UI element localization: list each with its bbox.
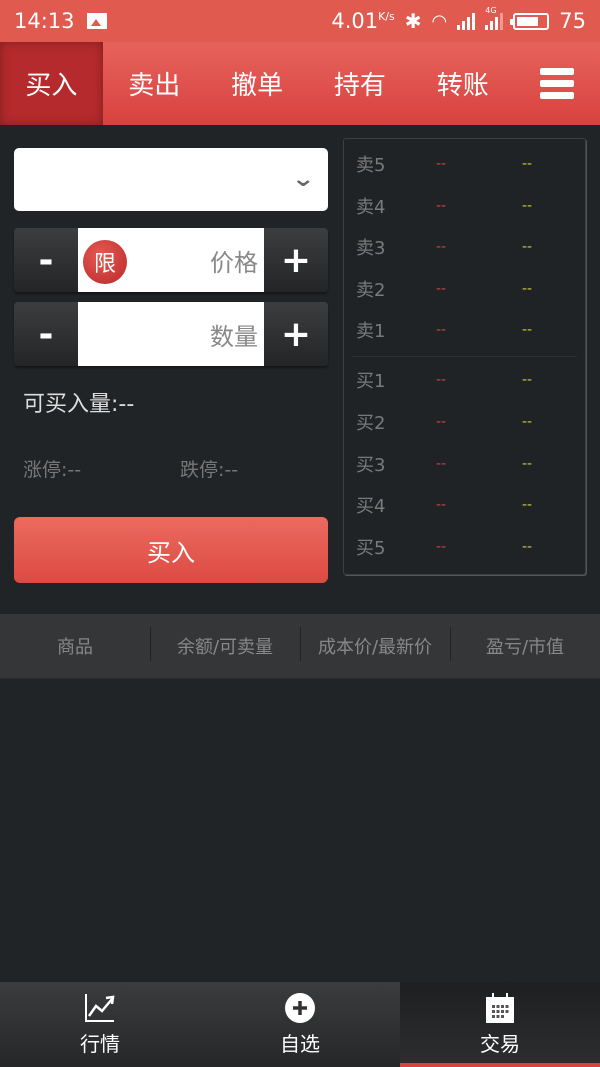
- calendar-icon: [483, 992, 517, 1024]
- quantity-stepper: - 数量 +: [14, 302, 328, 366]
- bottom-nav: 行情 自选 交易: [0, 982, 600, 1067]
- wifi-icon: ◠: [431, 10, 448, 32]
- ask-row: 卖2 -- --: [344, 274, 585, 304]
- nav-trade[interactable]: 交易: [400, 982, 600, 1067]
- quantity-decrease-button[interactable]: -: [14, 302, 78, 366]
- bid-label: 买1: [356, 371, 386, 392]
- tab-sell[interactable]: 卖出: [103, 42, 206, 125]
- limit-down-price: 跌停:--: [180, 459, 239, 481]
- bid-row: 买3 -- --: [344, 449, 585, 479]
- signal-icon: [457, 12, 476, 30]
- limit-up-price: 涨停:--: [23, 459, 82, 481]
- battery-level: 75: [559, 9, 586, 33]
- order-book: 卖5 -- -- 卖4 -- -- 卖3 -- -- 卖2 -- -- 卖1 -…: [343, 138, 586, 575]
- bluetooth-icon: ✱: [404, 9, 422, 33]
- ask-row: 卖3 -- --: [344, 232, 585, 262]
- ask-label: 卖2: [356, 280, 386, 301]
- network-speed: 4.01K/s: [331, 9, 394, 33]
- bid-volume: --: [522, 539, 533, 555]
- ask-label: 卖5: [356, 155, 386, 176]
- ask-price: --: [436, 156, 447, 172]
- chevron-down-icon: ⌄: [290, 167, 315, 192]
- ask-price: --: [436, 281, 447, 297]
- chart-trend-icon: [83, 992, 117, 1024]
- nav-market-label: 行情: [80, 1032, 120, 1056]
- bid-volume: --: [522, 456, 533, 472]
- bid-label: 买4: [356, 496, 386, 517]
- tab-cancel-order[interactable]: 撤单: [206, 42, 309, 125]
- ask-label: 卖1: [356, 321, 386, 342]
- ask-price: --: [436, 198, 447, 214]
- bid-price: --: [436, 414, 447, 430]
- limit-order-badge[interactable]: 限: [83, 240, 127, 284]
- ask-label: 卖4: [356, 197, 386, 218]
- price-input[interactable]: 限 价格: [78, 228, 264, 292]
- bid-volume: --: [522, 497, 533, 513]
- ask-volume: --: [522, 156, 533, 172]
- tab-transfer[interactable]: 转账: [411, 42, 514, 125]
- column-header-profit-loss[interactable]: 盈亏/市值: [450, 627, 600, 661]
- trade-tabs: 买入 卖出 撤单 持有 转账: [0, 42, 600, 125]
- bid-label: 买5: [356, 538, 386, 559]
- ask-volume: --: [522, 322, 533, 338]
- ask-row: 卖1 -- --: [344, 315, 585, 345]
- buy-button[interactable]: 买入: [14, 517, 328, 583]
- network-speed-unit: K/s: [378, 10, 395, 23]
- bid-row: 买4 -- --: [344, 490, 585, 520]
- ask-volume: --: [522, 198, 533, 214]
- column-header-cost-price[interactable]: 成本价/最新价: [300, 627, 450, 661]
- nav-trade-label: 交易: [480, 1032, 520, 1056]
- price-placeholder: 价格: [210, 248, 258, 277]
- stock-select[interactable]: ⌄: [14, 148, 328, 211]
- bid-price: --: [436, 372, 447, 388]
- bid-price: --: [436, 539, 447, 555]
- ask-row: 卖4 -- --: [344, 191, 585, 221]
- bid-row: 买5 -- --: [344, 532, 585, 562]
- quantity-increase-button[interactable]: +: [264, 302, 328, 366]
- bid-row: 买2 -- --: [344, 407, 585, 437]
- signal-4g-icon: 4G: [485, 6, 504, 30]
- bid-price: --: [436, 497, 447, 513]
- quantity-placeholder: 数量: [210, 322, 258, 351]
- tab-buy[interactable]: 买入: [0, 42, 103, 125]
- bid-price: --: [436, 456, 447, 472]
- buyable-quantity: 可买入量:--: [23, 392, 135, 417]
- ask-price: --: [436, 239, 447, 255]
- nav-watchlist-label: 自选: [280, 1032, 320, 1056]
- ask-row: 卖5 -- --: [344, 149, 585, 179]
- bid-row: 买1 -- --: [344, 365, 585, 395]
- column-header-product[interactable]: 商品: [0, 633, 150, 659]
- bid-label: 买3: [356, 455, 386, 476]
- order-book-divider: [352, 356, 577, 357]
- image-notification-icon: [86, 13, 107, 29]
- ask-volume: --: [522, 281, 533, 297]
- clock: 14:13: [14, 9, 75, 33]
- quantity-input[interactable]: 数量: [78, 302, 264, 366]
- network-speed-value: 4.01: [331, 9, 379, 33]
- battery-icon: [510, 12, 550, 30]
- plus-circle-icon: [283, 992, 317, 1024]
- menu-icon[interactable]: [514, 42, 600, 125]
- tab-holdings[interactable]: 持有: [308, 42, 411, 125]
- bid-volume: --: [522, 372, 533, 388]
- nav-watchlist[interactable]: 自选: [200, 982, 400, 1067]
- nav-market[interactable]: 行情: [0, 982, 200, 1067]
- ask-price: --: [436, 322, 447, 338]
- price-stepper: - 限 价格 +: [14, 228, 328, 292]
- network-type: 4G: [485, 6, 497, 15]
- holdings-table-header: 商品 余额/可卖量 成本价/最新价 盈亏/市值: [0, 614, 600, 679]
- status-bar: 14:13 4.01K/s ✱ ◠ 4G 75: [0, 0, 600, 42]
- bid-volume: --: [522, 414, 533, 430]
- ask-label: 卖3: [356, 238, 386, 259]
- ask-volume: --: [522, 239, 533, 255]
- price-decrease-button[interactable]: -: [14, 228, 78, 292]
- column-header-balance[interactable]: 余额/可卖量: [150, 627, 300, 661]
- bid-label: 买2: [356, 413, 386, 434]
- price-increase-button[interactable]: +: [264, 228, 328, 292]
